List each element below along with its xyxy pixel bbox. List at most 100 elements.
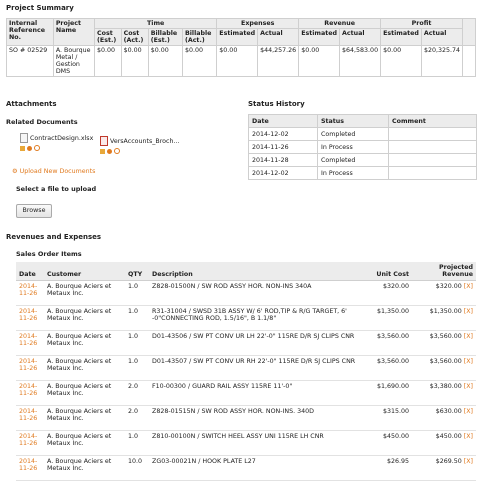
cell-description: D01-43507 / SW PT CONV UR RH 22'-0" 115R…: [149, 355, 368, 381]
cell-projected-revenue: $450.00 [X]: [412, 430, 476, 456]
cell-description: R31-31004 / SWSD 31B ASSY W/ 6' ROD,TIP …: [149, 305, 368, 331]
remove-item-link[interactable]: [X]: [464, 433, 473, 440]
document-name[interactable]: ContractDesign.xlsx: [30, 135, 93, 142]
browse-button[interactable]: Browse: [16, 204, 52, 218]
cell-status: Completed: [317, 127, 389, 141]
upload-new-documents-link[interactable]: ⚙ Upload New Documents: [12, 168, 95, 175]
cell-date[interactable]: 2014-11-26: [16, 430, 44, 456]
cell-projected-revenue: $1,350.00 [X]: [412, 305, 476, 331]
group-profit: Profit: [380, 18, 463, 29]
document-item[interactable]: VersAccounts_Broch...: [100, 136, 180, 155]
table-row: 2014-11-26 A. Bourque Aciers et Metaux In…: [16, 280, 476, 306]
attachments-title: Attachments: [6, 100, 57, 108]
remove-item-link[interactable]: [X]: [464, 458, 473, 465]
group-time: Time: [94, 18, 218, 29]
cell-unit-cost: $3,560.00: [368, 355, 412, 381]
cell-date[interactable]: 2014-11-26: [16, 355, 44, 381]
cell-qty: 2.0: [125, 405, 149, 431]
upload-link-label[interactable]: Upload New Documents: [20, 168, 96, 175]
cell-expenses-est: $0.00: [216, 45, 259, 77]
cell-qty: 1.0: [125, 330, 149, 356]
table-row: 2014-11-26 In Process: [248, 140, 477, 154]
delete-icon[interactable]: [114, 148, 120, 154]
cell-comment: [388, 140, 477, 154]
revenues-expenses-title: Revenues and Expenses: [6, 233, 102, 241]
document-item[interactable]: ContractDesign.xlsx: [20, 133, 93, 152]
cell-expenses-act: $44,257.26: [257, 45, 300, 77]
remove-item-link[interactable]: [X]: [464, 358, 473, 365]
cell-projected-revenue: $320.00 [X]: [412, 280, 476, 306]
cell-projected-revenue: $3,380.00 [X]: [412, 380, 476, 406]
cell-ref: SO # 02529: [6, 45, 54, 77]
cell-unit-cost: $320.00: [368, 280, 412, 306]
cell-status: In Process: [317, 166, 389, 180]
remove-item-link[interactable]: [X]: [464, 333, 473, 340]
col-unit-cost: Unit Cost: [368, 262, 412, 281]
cell-projected-revenue: $3,560.00 [X]: [412, 355, 476, 381]
cell-description: ZG03-00021N / HOOK PLATE L27: [149, 455, 368, 481]
col-revenue-est: Estimated: [298, 28, 341, 46]
table-row: 2014-11-26 A. Bourque Aciers et Metaux In…: [16, 405, 476, 431]
cell-description: F10-00300 / GUARD RAIL ASSY 115RE 11'-0": [149, 380, 368, 406]
col-date: Date: [248, 114, 318, 128]
cell-unit-cost: $450.00: [368, 430, 412, 456]
col-comment: Comment: [388, 114, 477, 128]
revenue-value: $450.00: [435, 433, 462, 440]
col-project-name: Project Name: [52, 18, 96, 46]
download-icon[interactable]: [100, 148, 105, 154]
revenue-value: $3,560.00: [429, 358, 462, 365]
cell-qty: 1.0: [125, 305, 149, 331]
table-row: 2014-12-02 Completed: [248, 127, 477, 141]
document-name[interactable]: VersAccounts_Broch...: [110, 138, 180, 145]
group-expenses: Expenses: [216, 18, 300, 29]
cell-date[interactable]: 2014-11-26: [16, 330, 44, 356]
cell-projected-revenue: $269.50 [X]: [412, 455, 476, 481]
cell-customer: A. Bourque Aciers et Metaux Inc.: [44, 280, 125, 306]
cell-date[interactable]: 2014-11-26: [16, 380, 44, 406]
cell-qty: 1.0: [125, 280, 149, 306]
cell-date[interactable]: 2014-11-26: [16, 305, 44, 331]
table-row: 2014-12-02 In Process: [248, 166, 477, 180]
remove-item-link[interactable]: [X]: [464, 383, 473, 390]
col-projected-revenue: Projected Revenue: [412, 262, 476, 281]
cell-status: Completed: [317, 153, 389, 167]
cell-profit-est: $0.00: [380, 45, 422, 77]
revenue-value: $320.00: [435, 283, 462, 290]
cell-qty: 1.0: [125, 430, 149, 456]
col-spacer: [462, 18, 476, 46]
col-billable-est: Billable (Est.): [147, 28, 183, 46]
cell-customer: A. Bourque Aciers et Metaux Inc.: [44, 430, 125, 456]
cell-customer: A. Bourque Aciers et Metaux Inc.: [44, 455, 125, 481]
cell-date[interactable]: 2014-11-26: [16, 455, 44, 481]
col-qty: QTY: [125, 262, 149, 281]
table-row: 2014-11-26 A. Bourque Aciers et Metaux In…: [16, 380, 476, 406]
cell-comment: [388, 127, 477, 141]
col-internal-ref: Internal Reference No.: [6, 18, 54, 46]
remove-item-link[interactable]: [X]: [464, 308, 473, 315]
cell-qty: 1.0: [125, 355, 149, 381]
remove-item-link[interactable]: [X]: [464, 283, 473, 290]
cell-date[interactable]: 2014-11-26: [16, 280, 44, 306]
cell-projected-revenue: $630.00 [X]: [412, 405, 476, 431]
cell-cost-act: $0.00: [120, 45, 149, 77]
cell-date[interactable]: 2014-11-26: [16, 405, 44, 431]
cell-billable-act: $0.00: [181, 45, 218, 77]
remove-item-link[interactable]: [X]: [464, 408, 473, 415]
pdf-file-icon: [100, 136, 108, 146]
settings-icon[interactable]: [107, 148, 112, 154]
delete-icon[interactable]: [34, 145, 40, 151]
cell-project-name: A. Bourque Metal / Gestion DMS: [52, 45, 96, 77]
cell-unit-cost: $315.00: [368, 405, 412, 431]
cell-date: 2014-12-02: [248, 166, 318, 180]
col-expenses-act: Actual: [257, 28, 300, 46]
status-history-title: Status History: [248, 100, 305, 108]
cell-revenue-act: $64,583.00: [339, 45, 382, 77]
cell-unit-cost: $1,350.00: [368, 305, 412, 331]
settings-icon[interactable]: [27, 145, 32, 151]
cell-revenue-est: $0.00: [298, 45, 341, 77]
download-icon[interactable]: [20, 145, 25, 151]
cell-description: Z810-00100N / SWITCH HEEL ASSY UNI 115RE…: [149, 430, 368, 456]
table-row: SO # 02529 A. Bourque Metal / Gestion DM…: [6, 45, 476, 77]
cell-unit-cost: $1,690.00: [368, 380, 412, 406]
table-row: 2014-11-26 A. Bourque Aciers et Metaux In…: [16, 455, 476, 481]
